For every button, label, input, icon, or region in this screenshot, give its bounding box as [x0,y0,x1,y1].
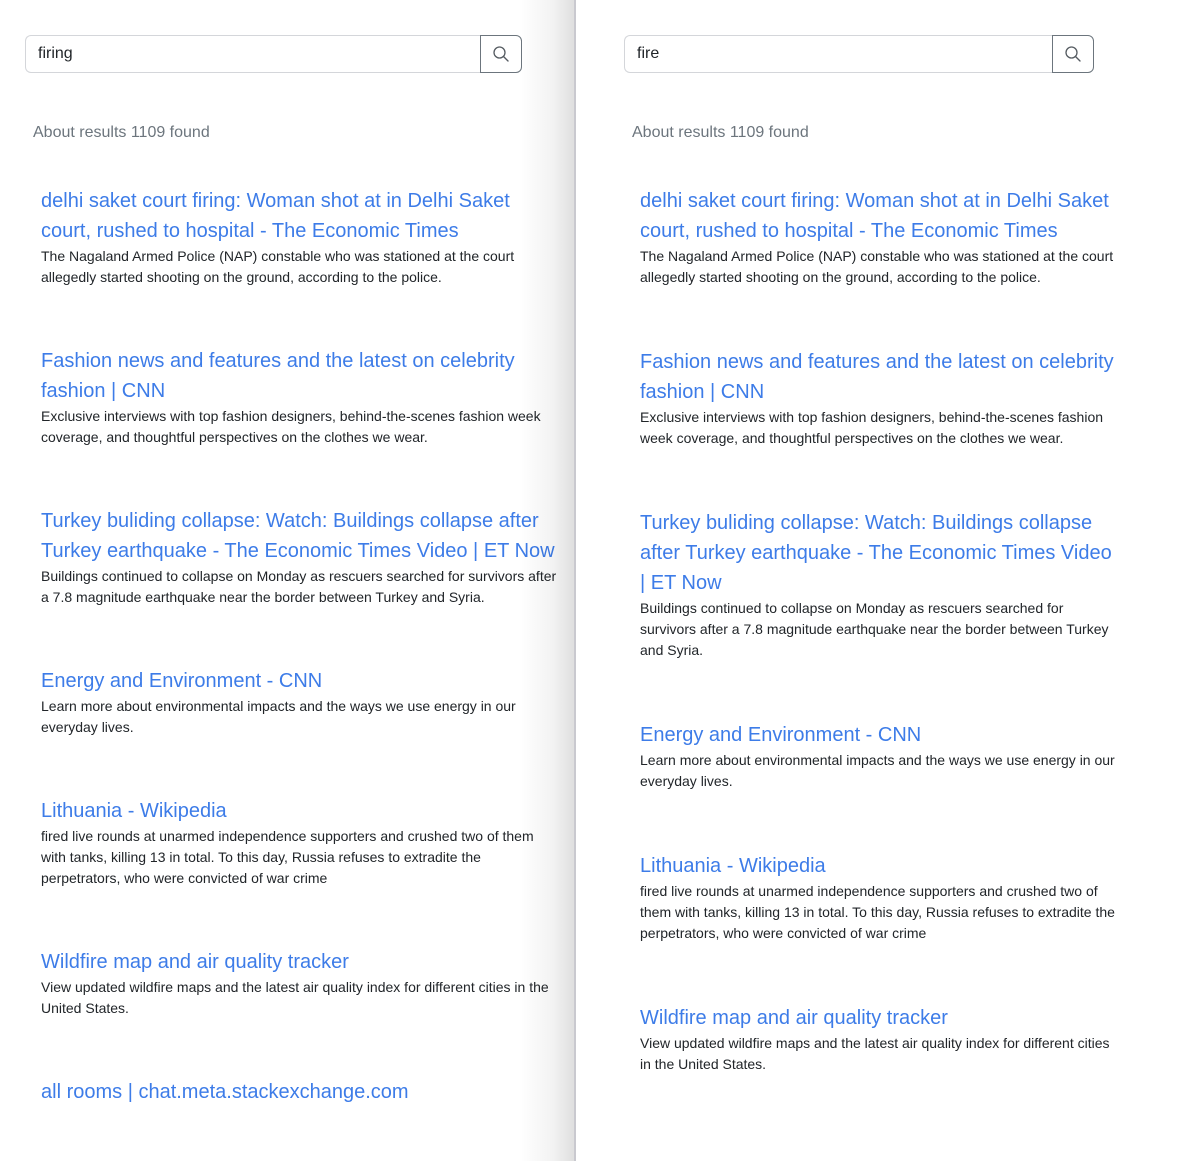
result-item: Fashion news and features and the latest… [41,346,559,448]
result-description: Buildings continued to collapse on Monda… [640,600,1109,658]
left-pane: About results 1109 found delhi saket cou… [0,0,576,1161]
result-title-link[interactable]: Turkey buliding collapse: Watch: Buildin… [41,506,559,566]
results-list: delhi saket court firing: Woman shot at … [640,186,1118,1134]
result-item: delhi saket court firing: Woman shot at … [41,186,559,288]
result-title-link[interactable]: Energy and Environment - CNN [41,666,559,696]
right-pane: About results 1109 found delhi saket cou… [576,0,1189,1161]
result-item: Wildfire map and air quality tracker Vie… [41,947,559,1019]
result-item: Turkey buliding collapse: Watch: Buildin… [640,508,1118,661]
result-description: fired live rounds at unarmed independenc… [640,883,1115,941]
result-description: The Nagaland Armed Police (NAP) constabl… [640,248,1114,285]
search-input[interactable] [25,35,480,73]
results-count: About results 1109 found [632,124,809,141]
result-item: delhi saket court firing: Woman shot at … [640,186,1118,288]
result-description: fired live rounds at unarmed independenc… [41,828,534,886]
result-description: Buildings continued to collapse on Monda… [41,568,557,605]
result-title-link[interactable]: Lithuania - Wikipedia [640,851,1118,881]
result-item: Energy and Environment - CNN Learn more … [41,666,559,738]
result-item: Energy and Environment - CNN Learn more … [640,720,1118,792]
result-item: Lithuania - Wikipedia fired live rounds … [41,796,559,889]
result-item: Fashion news and features and the latest… [640,347,1118,449]
search-icon [493,46,509,62]
result-title-link[interactable]: Wildfire map and air quality tracker [640,1003,1118,1033]
result-description: Exclusive interviews with top fashion de… [41,408,541,445]
results-count: About results 1109 found [33,124,210,141]
result-title-link[interactable]: delhi saket court firing: Woman shot at … [41,186,559,246]
search-bar [25,35,522,73]
result-title-link[interactable]: Energy and Environment - CNN [640,720,1118,750]
result-title-link[interactable]: Fashion news and features and the latest… [41,346,559,406]
result-title-link[interactable]: Wildfire map and air quality tracker [41,947,559,977]
result-description: View updated wildfire maps and the lates… [640,1035,1110,1072]
result-description: Learn more about environmental impacts a… [41,698,516,735]
search-button[interactable] [1052,35,1094,73]
result-description: Learn more about environmental impacts a… [640,752,1115,789]
result-item: Lithuania - Wikipedia fired live rounds … [640,851,1118,944]
result-title-link[interactable]: Turkey buliding collapse: Watch: Buildin… [640,508,1118,598]
result-item: Wildfire map and air quality tracker Vie… [640,1003,1118,1075]
results-list: delhi saket court firing: Woman shot at … [41,186,559,1161]
search-icon [1065,46,1081,62]
search-bar [624,35,1094,73]
result-description: The Nagaland Armed Police (NAP) constabl… [41,248,515,285]
result-item: Turkey buliding collapse: Watch: Buildin… [41,506,559,608]
result-title-link[interactable]: Lithuania - Wikipedia [41,796,559,826]
result-description: Exclusive interviews with top fashion de… [640,409,1104,446]
search-input[interactable] [624,35,1052,73]
search-button[interactable] [480,35,522,73]
result-title-link[interactable]: all rooms | chat.meta.stackexchange.com [41,1077,559,1107]
pane-divider[interactable] [574,0,576,1161]
result-title-link[interactable]: Fashion news and features and the latest… [640,347,1118,407]
result-title-link[interactable]: delhi saket court firing: Woman shot at … [640,186,1118,246]
result-description: View updated wildfire maps and the lates… [41,979,549,1016]
result-item: all rooms | chat.meta.stackexchange.com [41,1077,559,1107]
